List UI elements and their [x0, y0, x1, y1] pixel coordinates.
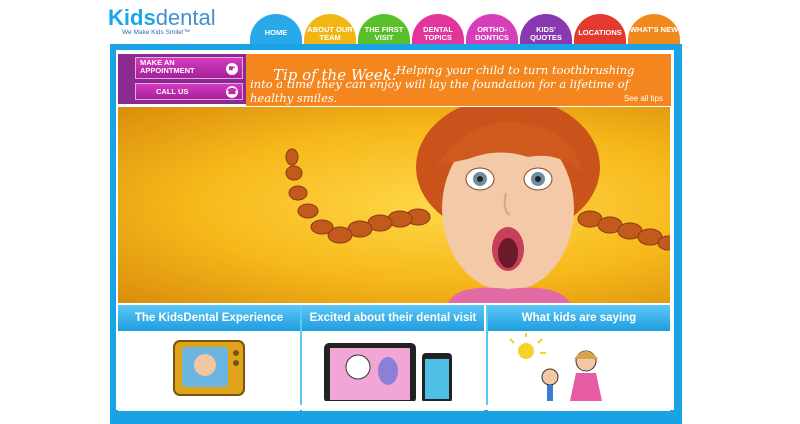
tab-first-visit[interactable]: THE FIRST VISIT	[358, 14, 410, 46]
logo-kids: Kids	[108, 5, 156, 30]
retro-tv-icon	[173, 340, 245, 396]
tab-label: THE FIRST VISIT	[364, 25, 404, 42]
tab-home[interactable]: HOME	[250, 14, 302, 46]
tab-orthodontics[interactable]: ORTHO-DONTICS	[466, 14, 518, 46]
kids-drawing-icon	[509, 333, 602, 401]
make-appointment-button[interactable]: MAKE AN APPOINTMENT ☛	[135, 57, 243, 79]
tab-dental-topics[interactable]: DENTAL TOPICS	[412, 14, 464, 46]
call-label: CALL US	[156, 87, 189, 96]
section-what-kids-saying[interactable]: What kids are saying	[488, 305, 670, 331]
hero-illustration	[285, 107, 670, 303]
section-kidsdental-experience[interactable]: The KidsDental Experience	[118, 305, 300, 331]
kids-saying-panel[interactable]	[488, 331, 670, 411]
tab-kids-quotes[interactable]: KIDS' QUOTES	[520, 14, 572, 46]
hand-pointer-icon: ☛	[226, 63, 238, 75]
tab-about-our-team[interactable]: ABOUT OUR TEAM	[304, 14, 356, 46]
experience-panel[interactable]	[118, 331, 300, 411]
tablet-cartoon-icon	[324, 343, 452, 403]
hero-image	[118, 107, 670, 303]
call-us-button[interactable]: CALL US ☎	[135, 83, 243, 100]
section-title: Excited about their dental visit	[309, 312, 477, 324]
logo-dental: dental	[155, 5, 216, 30]
right-braid	[577, 210, 670, 251]
tab-label: DENTAL TOPICS	[423, 25, 453, 42]
kidsdental-logo[interactable]: Kidsdental We Make Kids Smile!™	[108, 6, 218, 46]
tab-label: HOME	[264, 28, 288, 37]
tip-text: Helping your child to turn toothbrushing…	[250, 63, 635, 105]
tab-label: ABOUT OUR TEAM	[307, 25, 353, 42]
tab-label: WHAT'S NEW	[629, 25, 679, 34]
logo-wordmark: Kidsdental	[108, 6, 218, 30]
dental-visit-panel[interactable]	[302, 331, 484, 411]
section-excited-dental-visit[interactable]: Excited about their dental visit	[302, 305, 484, 331]
tab-label: KIDS' QUOTES	[530, 25, 562, 42]
see-all-tips-link[interactable]: See all tips	[624, 94, 663, 103]
section-title: The KidsDental Experience	[134, 312, 284, 324]
tip-of-the-week: Tip of the Week: Helping your child to t…	[246, 54, 671, 106]
main-nav: HOME ABOUT OUR TEAM THE FIRST VISIT DENT…	[250, 14, 680, 46]
tab-whats-new[interactable]: WHAT'S NEW	[628, 14, 680, 46]
left-braid	[285, 148, 431, 244]
tab-label: ORTHO-DONTICS	[475, 25, 509, 42]
logo-tagline: We Make Kids Smile!™	[122, 29, 191, 36]
action-panel: MAKE AN APPOINTMENT ☛ CALL US ☎	[118, 54, 246, 104]
section-title: What kids are saying	[521, 312, 637, 324]
tab-locations[interactable]: LOCATIONS	[574, 14, 626, 46]
tab-label: LOCATIONS	[578, 28, 622, 37]
phone-icon: ☎	[226, 86, 238, 98]
appointment-label: MAKE AN APPOINTMENT	[140, 58, 195, 75]
